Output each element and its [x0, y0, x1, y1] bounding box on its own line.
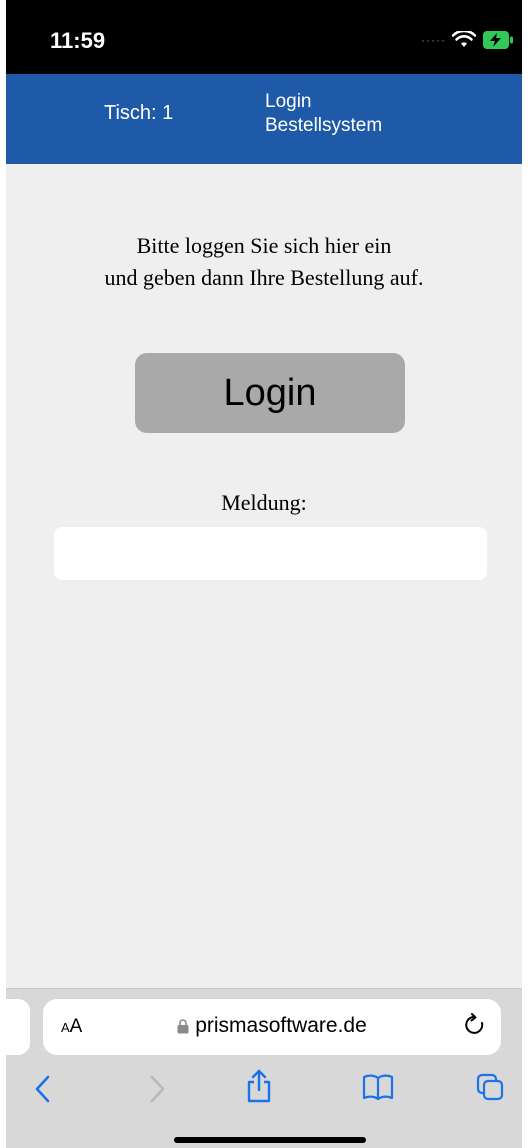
login-button[interactable]: Login	[135, 353, 405, 433]
tabs-icon[interactable]	[476, 1073, 504, 1101]
message-label: Meldung:	[221, 490, 307, 515]
address-bar[interactable]: AA prismasoftware.de	[43, 999, 501, 1055]
intro-text: Bitte loggen Sie sich hier ein und geben…	[6, 230, 522, 294]
reload-icon[interactable]	[465, 1013, 487, 1039]
table-label: Tisch: 1	[104, 102, 174, 124]
forward-icon[interactable]	[148, 1075, 166, 1103]
page-title: Login Bestellsystem	[265, 90, 382, 138]
status-bar: 11:59 ·····	[6, 0, 522, 74]
home-indicator[interactable]	[174, 1137, 366, 1143]
message-field[interactable]	[54, 527, 487, 580]
status-time: 11:59	[50, 28, 106, 53]
lock-icon	[177, 1019, 189, 1034]
intro-line-2: und geben dann Ihre Bestellung auf.	[104, 265, 424, 290]
intro-line-1: Bitte loggen Sie sich hier ein	[136, 233, 392, 258]
status-icons: ·····	[421, 28, 514, 52]
previous-tab-preview[interactable]	[6, 999, 30, 1055]
app-header: Tisch: 1 Login Bestellsystem	[6, 74, 522, 164]
url-text: prismasoftware.de	[195, 1014, 367, 1037]
back-icon[interactable]	[34, 1075, 52, 1103]
share-icon[interactable]	[246, 1069, 272, 1103]
browser-toolbar	[6, 1069, 522, 1113]
bookmarks-icon[interactable]	[362, 1073, 394, 1101]
signal-dots-icon: ·····	[421, 33, 446, 47]
page-title-line-1: Login	[265, 91, 312, 112]
browser-bottom-bar: AA prismasoftware.de	[6, 988, 522, 1148]
page-title-line-2: Bestellsystem	[265, 115, 383, 136]
screen: 11:59 ····· Tisch: 1 Login Bestellsystem…	[6, 0, 522, 1148]
url-display[interactable]: prismasoftware.de	[43, 1014, 501, 1038]
wifi-icon	[452, 31, 476, 47]
battery-charging-icon	[483, 31, 513, 49]
